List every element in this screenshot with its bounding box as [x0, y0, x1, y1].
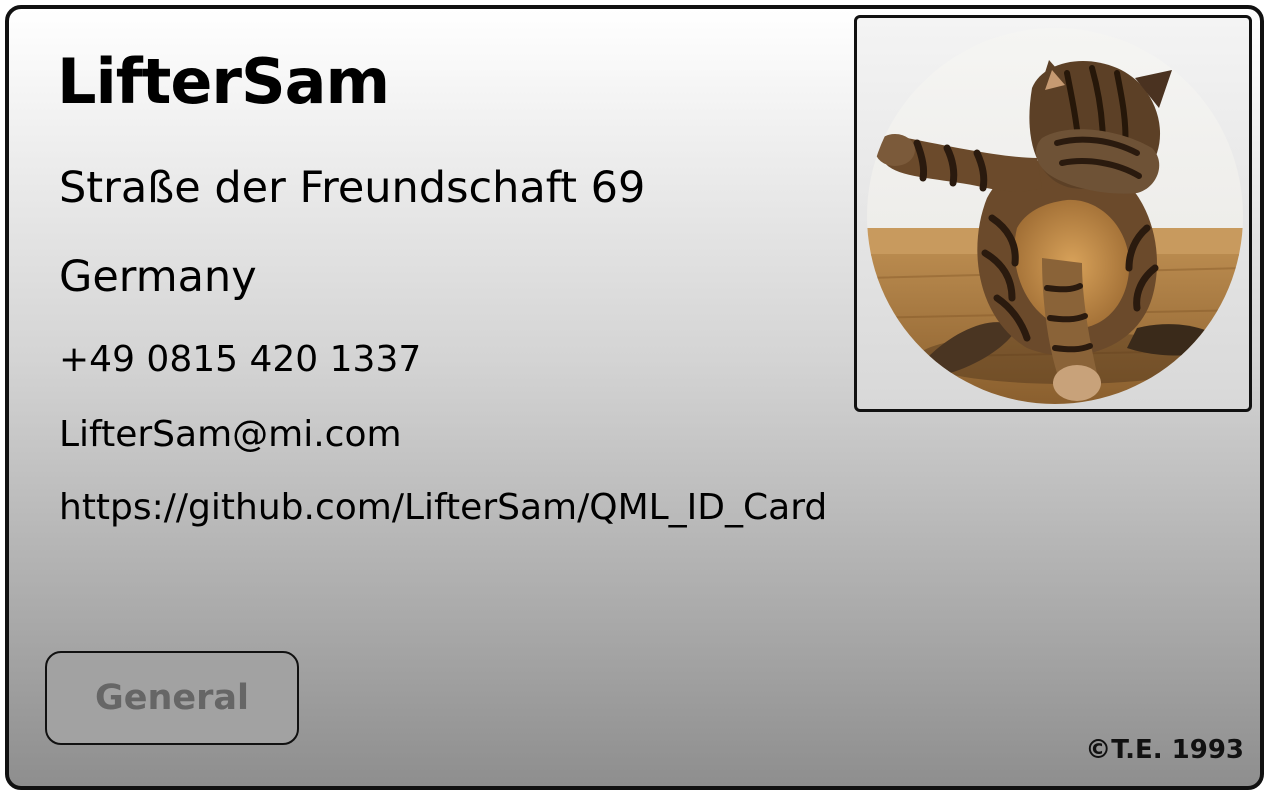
- id-card: LifterSam Straße der Freundschaft 69 Ger…: [5, 5, 1264, 790]
- copyright-notice: ©T.E. 1993: [1085, 735, 1244, 765]
- email-address: LifterSam@mi.com: [59, 414, 402, 455]
- profile-photo-frame: [854, 15, 1252, 412]
- phone-number: +49 0815 420 1337: [59, 339, 422, 380]
- github-link[interactable]: https://github.com/LifterSam/QML_ID_Card: [59, 487, 827, 528]
- cat-photo-icon: [867, 28, 1243, 404]
- general-button[interactable]: General: [45, 651, 299, 745]
- profile-photo: [867, 28, 1243, 404]
- address-street: Straße der Freundschaft 69: [59, 163, 646, 213]
- card-name: LifterSam: [57, 45, 390, 118]
- address-country: Germany: [59, 252, 257, 302]
